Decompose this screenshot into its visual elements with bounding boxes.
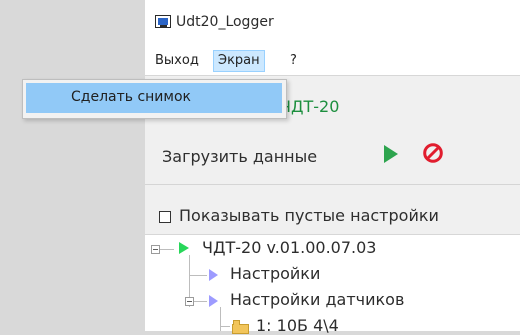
tree-node-sensor-1[interactable]: 1: 10Б 4\4 xyxy=(256,316,339,335)
tree-connector-v xyxy=(220,307,221,331)
root-arrow-icon xyxy=(179,242,189,254)
content-separator xyxy=(145,184,520,185)
tree-connector-h xyxy=(194,301,207,302)
tree-connector-h xyxy=(189,275,207,276)
device-title: ЧДТ-20 xyxy=(280,97,340,116)
tree-node-settings[interactable]: Настройки xyxy=(230,264,320,283)
title-bar: Udt20_Logger xyxy=(145,0,520,47)
device-tree: ЧДТ-20 v.01.00.07.03 Настройки Настройки… xyxy=(145,234,520,335)
window-title: Udt20_Logger xyxy=(176,14,274,30)
settings-arrow-icon xyxy=(209,269,218,281)
load-data-label: Загрузить данные xyxy=(162,147,318,166)
menu-screen[interactable]: Экран xyxy=(213,50,265,72)
main-window: Udt20_Logger Выход Экран ? ЧДТ-20 Загруз… xyxy=(145,0,520,335)
tree-expand-sensor-settings-icon[interactable] xyxy=(185,297,194,306)
take-snapshot-label: Сделать снимок xyxy=(71,89,191,105)
menu-exit[interactable]: Выход xyxy=(155,51,199,71)
show-empty-settings-label: Показывать пустые настройки xyxy=(179,206,439,225)
menu-bar: Выход Экран ? xyxy=(145,47,520,75)
tree-expand-root-icon[interactable] xyxy=(151,245,160,254)
tree-node-sensor-settings[interactable]: Настройки датчиков xyxy=(230,290,404,309)
tree-connector-h xyxy=(160,249,174,250)
app-window-icon xyxy=(155,15,171,28)
folder-icon xyxy=(232,320,249,334)
screen-menu-dropdown: Сделать снимок xyxy=(22,79,287,119)
show-empty-settings-checkbox[interactable] xyxy=(159,211,171,223)
tree-connector-h xyxy=(220,326,230,327)
sensor-settings-arrow-icon xyxy=(209,295,218,307)
take-snapshot-menu-item[interactable]: Сделать снимок xyxy=(26,83,282,113)
stop-icon[interactable] xyxy=(421,141,445,165)
menu-help[interactable]: ? xyxy=(290,51,297,71)
play-icon[interactable] xyxy=(378,142,402,166)
tree-node-root[interactable]: ЧДТ-20 v.01.00.07.03 xyxy=(202,238,376,257)
